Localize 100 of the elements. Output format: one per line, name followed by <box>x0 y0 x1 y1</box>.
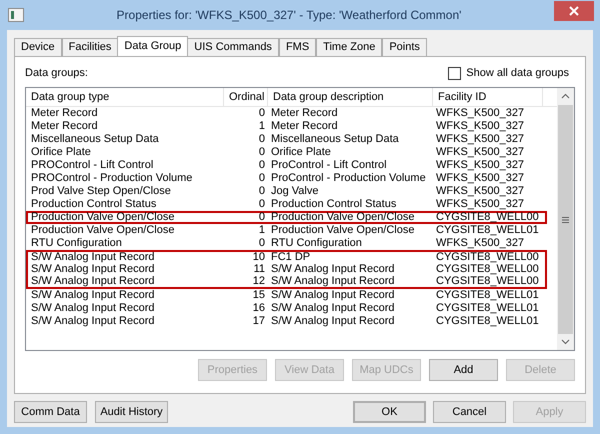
table-cell-text: 1 <box>258 225 266 236</box>
table-cell-text: Miscellaneous Setup Data <box>270 134 400 145</box>
table-cell-text: PROControl - Production Volume <box>30 173 194 184</box>
tab[interactable]: FMS <box>278 38 316 56</box>
table-cell-text: 0 <box>258 134 266 145</box>
scroll-down-icon <box>561 339 570 345</box>
grip-icon <box>562 216 569 222</box>
table-row[interactable]: Miscellaneous Setup Data 0 Miscellaneous Setup Data WFKS_K500_327 <box>26 133 547 146</box>
table-cell-text: 0 <box>258 212 266 223</box>
table-row[interactable]: Meter Record 1 Meter Record WFKS_K500_327 <box>26 120 547 133</box>
table-cell-text: Orifice Plate <box>270 147 332 158</box>
tab[interactable]: Time Zone <box>316 38 382 56</box>
table-cell-text: WFKS_K500_327 <box>435 121 526 132</box>
table-row[interactable]: Production Valve Open/Close 1 Production Valve Open/Close CYGSITE8_WELL01 <box>26 224 547 237</box>
table-cell-text: FC1 DP <box>270 252 312 263</box>
table-row[interactable]: S/W Analog Input Record 11 S/W Analog Input Record CYGSITE8_WELL00 <box>26 263 547 276</box>
table-cell-text: WFKS_K500_327 <box>435 238 526 249</box>
table-cell-text: 17 <box>252 316 266 327</box>
table-cell-text: PROControl - Lift Control <box>30 160 154 171</box>
list-label: Data groups: <box>25 66 88 81</box>
scrollbar[interactable] <box>557 88 574 350</box>
table-cell-text: 10 <box>252 252 266 263</box>
table-cell-text: Meter Record <box>270 108 339 119</box>
table-cell-text: CYGSITE8_WELL01 <box>435 316 540 327</box>
table-row[interactable]: Meter Record 0 Meter Record WFKS_K500_327 <box>26 107 547 120</box>
table-cell-text: CYGSITE8_WELL01 <box>435 290 540 301</box>
table-cell-text: 0 <box>258 238 266 249</box>
table-cell-text: WFKS_K500_327 <box>435 147 526 158</box>
table-row[interactable]: S/W Analog Input Record 17 S/W Analog Input Record CYGSITE8_WELL01 <box>26 315 547 328</box>
table-row[interactable]: Production Valve Open/Close 0 Production Valve Open/Close CYGSITE8_WELL00 <box>26 211 547 224</box>
table-cell-text: 16 <box>252 303 266 314</box>
table-cell-text: S/W Analog Input Record <box>270 316 396 327</box>
column-header[interactable]: Data group type <box>26 88 224 106</box>
table-cell-text: 1 <box>258 121 266 132</box>
table-row[interactable]: PROControl - Lift Control 0 ProControl - Lift Control WFKS_K500_327 <box>26 159 547 172</box>
scroll-up-icon <box>561 93 570 99</box>
table-cell-text: 0 <box>258 173 266 184</box>
table-row[interactable]: PROControl - Production Volume 0 ProControl - Production Volume WFKS_K500_327 <box>26 172 547 185</box>
table-cell-text: Production Valve Open/Close <box>270 225 416 236</box>
table-cell-text: Jog Valve <box>270 186 320 197</box>
table-cell-text: CYGSITE8_WELL00 <box>435 252 540 263</box>
tab[interactable]: UIS Commands <box>187 38 279 56</box>
table-cell-text: Miscellaneous Setup Data <box>30 134 160 145</box>
table-cell-text: S/W Analog Input Record <box>270 303 396 314</box>
table-cell-text: S/W Analog Input Record <box>270 290 396 301</box>
window-title: Properties for: 'WFKS_K500_327' - Type: 'Weatherford Common' <box>116 7 462 24</box>
table-cell-text: CYGSITE8_WELL00 <box>435 276 540 287</box>
table-cell-text: S/W Analog Input Record <box>270 276 396 287</box>
table-cell-text: WFKS_K500_327 <box>435 134 526 145</box>
tab[interactable]: Points <box>382 38 427 56</box>
tab[interactable]: Facilities <box>62 38 118 56</box>
table-cell-text: 0 <box>258 186 266 197</box>
table-cell-text: WFKS_K500_327 <box>435 186 526 197</box>
table-row[interactable]: Orifice Plate 0 Orifice Plate WFKS_K500_327 <box>26 146 547 159</box>
table-cell-text: CYGSITE8_WELL01 <box>435 303 540 314</box>
table-cell-text: Orifice Plate <box>30 147 92 158</box>
table-row[interactable]: Production Control Status 0 Production Control Status WFKS_K500_327 <box>26 198 547 211</box>
table-cell-text: WFKS_K500_327 <box>435 108 526 119</box>
close-icon <box>569 6 579 16</box>
dialog-button[interactable]: Add <box>429 359 498 381</box>
table-row[interactable]: S/W Analog Input Record 12 S/W Analog Input Record CYGSITE8_WELL00 <box>26 276 547 289</box>
tab[interactable]: Data Group <box>117 36 188 56</box>
table-cell-text: Production Valve Open/Close <box>30 212 176 223</box>
column-header[interactable]: Ordinal <box>224 88 268 106</box>
table-cell-text: CYGSITE8_WELL00 <box>435 212 540 223</box>
table-cell-text: S/W Analog Input Record <box>30 252 156 263</box>
dialog-button[interactable]: Audit History <box>95 401 168 423</box>
table-cell-text: Production Valve Open/Close <box>270 212 416 223</box>
checkbox-label: Show all data groups <box>466 66 569 81</box>
checkbox[interactable] <box>448 66 462 80</box>
table-row[interactable]: S/W Analog Input Record 16 S/W Analog Input Record CYGSITE8_WELL01 <box>26 302 547 315</box>
table-row[interactable]: S/W Analog Input Record 15 S/W Analog Input Record CYGSITE8_WELL01 <box>26 289 547 302</box>
table-cell-text: CYGSITE8_WELL01 <box>435 225 540 236</box>
table-cell-text: S/W Analog Input Record <box>30 290 156 301</box>
table-cell-text: S/W Analog Input Record <box>30 316 156 327</box>
default-button[interactable]: OK <box>353 401 426 423</box>
table-cell-text: Meter Record <box>30 108 99 119</box>
table-cell-text: S/W Analog Input Record <box>30 303 156 314</box>
table-row[interactable]: RTU Configuration 0 RTU Configuration WFKS_K500_327 <box>26 237 547 250</box>
column-header[interactable]: Data group description <box>268 88 433 106</box>
table-cell-text: CYGSITE8_WELL00 <box>435 264 540 275</box>
table-cell-text: 0 <box>258 108 266 119</box>
tab[interactable]: Device <box>14 38 62 56</box>
close-button[interactable] <box>554 1 594 21</box>
table-cell-text: WFKS_K500_327 <box>435 160 526 171</box>
table-cell-text: Meter Record <box>30 121 99 132</box>
dialog-button[interactable]: Cancel <box>433 401 506 423</box>
table-cell-text: Meter Record <box>270 121 339 132</box>
table-cell-text: WFKS_K500_327 <box>435 173 526 184</box>
column-header[interactable]: Facility ID <box>433 88 543 106</box>
table-row[interactable]: S/W Analog Input Record 10 FC1 DP CYGSITE8_WELL00 <box>26 250 547 263</box>
dialog-button[interactable]: Comm Data <box>14 401 87 423</box>
table-cell-text: ProControl - Lift Control <box>270 160 388 171</box>
table-row[interactable]: Prod Valve Step Open/Close 0 Jog Valve WFKS_K500_327 <box>26 185 547 198</box>
table-cell-text: 0 <box>258 160 266 171</box>
table-cell-text: 0 <box>258 199 266 210</box>
table-cell-text: Prod Valve Step Open/Close <box>30 186 172 197</box>
scroll-thumb[interactable] <box>558 105 573 334</box>
table-cell-text: S/W Analog Input Record <box>30 276 156 287</box>
table-cell-text: Production Control Status <box>270 199 398 210</box>
